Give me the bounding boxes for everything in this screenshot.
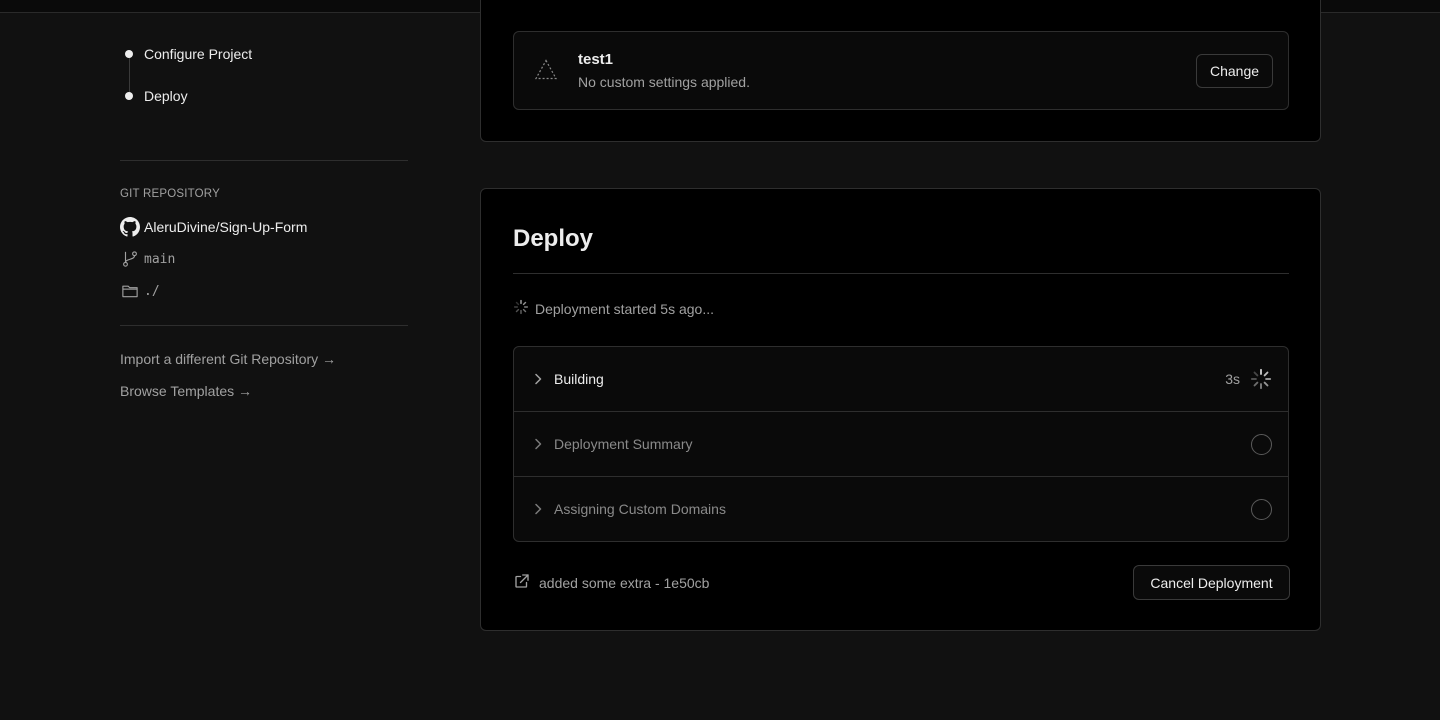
step-label: Building: [554, 371, 604, 387]
pending-status-icon: [1251, 498, 1272, 520]
git-branch-icon: [120, 249, 140, 269]
sidebar-divider: [120, 160, 408, 161]
deployment-status: Deployment started 5s ago...: [513, 299, 714, 319]
deploy-divider: [513, 273, 1289, 274]
step-duration: 3s: [1225, 371, 1240, 387]
step-dot: [125, 92, 133, 100]
folder-icon: [120, 281, 140, 301]
deployment-steps: Building 3s Deployment Summary Assigning…: [513, 346, 1289, 542]
step-dot: [125, 50, 133, 58]
directory-row: ./: [120, 280, 160, 302]
step-deployment-summary[interactable]: Deployment Summary: [514, 412, 1288, 477]
framework-preset-box: test1 No custom settings applied. Change: [513, 31, 1289, 110]
spinner-icon: [513, 299, 529, 320]
pending-status-icon: [1251, 433, 1272, 455]
step-label: Deployment Summary: [554, 436, 693, 452]
step-label: Configure Project: [144, 46, 253, 62]
repo-name: AleruDivine/Sign-Up-Form: [144, 219, 308, 235]
deploy-card: Deploy Deployment started 5s ago... Buil…: [480, 188, 1321, 631]
external-link-icon: [513, 572, 531, 595]
deploy-title: Deploy: [513, 225, 594, 252]
progress-steps: Configure Project Deploy: [120, 40, 410, 124]
deployment-status-text: Deployment started 5s ago...: [535, 301, 714, 317]
commit-link[interactable]: added some extra - 1e50cb: [513, 572, 709, 594]
step-building[interactable]: Building 3s: [514, 347, 1288, 412]
preset-description: No custom settings applied.: [578, 74, 750, 90]
branch-row: main: [120, 248, 175, 270]
github-icon: [120, 217, 140, 237]
spinner-icon: [1250, 368, 1272, 390]
chevron-right-icon: [530, 371, 546, 387]
project-settings-card: test1 No custom settings applied. Change: [480, 0, 1321, 142]
step-assigning-custom-domains[interactable]: Assigning Custom Domains: [514, 477, 1288, 541]
step-label: Assigning Custom Domains: [554, 501, 726, 517]
browse-templates-link[interactable]: Browse Templates →: [120, 383, 252, 399]
commit-message: added some extra - 1e50cb: [539, 575, 710, 591]
git-repository-heading: GIT REPOSITORY: [120, 188, 220, 200]
branch-name: main: [144, 251, 176, 267]
sidebar-divider: [120, 325, 408, 326]
step-deploy: Deploy: [120, 82, 410, 110]
root-directory: ./: [144, 283, 160, 299]
import-repository-link[interactable]: Import a different Git Repository →: [120, 351, 336, 367]
step-label: Deploy: [144, 88, 188, 104]
repo-name-row: AleruDivine/Sign-Up-Form: [120, 216, 307, 238]
chevron-right-icon: [530, 501, 546, 517]
framework-preset-icon: [534, 58, 558, 82]
cancel-deployment-button[interactable]: Cancel Deployment: [1133, 565, 1290, 600]
chevron-right-icon: [530, 436, 546, 452]
step-configure-project: Configure Project: [120, 40, 410, 68]
change-preset-button[interactable]: Change: [1196, 54, 1273, 88]
preset-name: test1: [578, 51, 614, 68]
